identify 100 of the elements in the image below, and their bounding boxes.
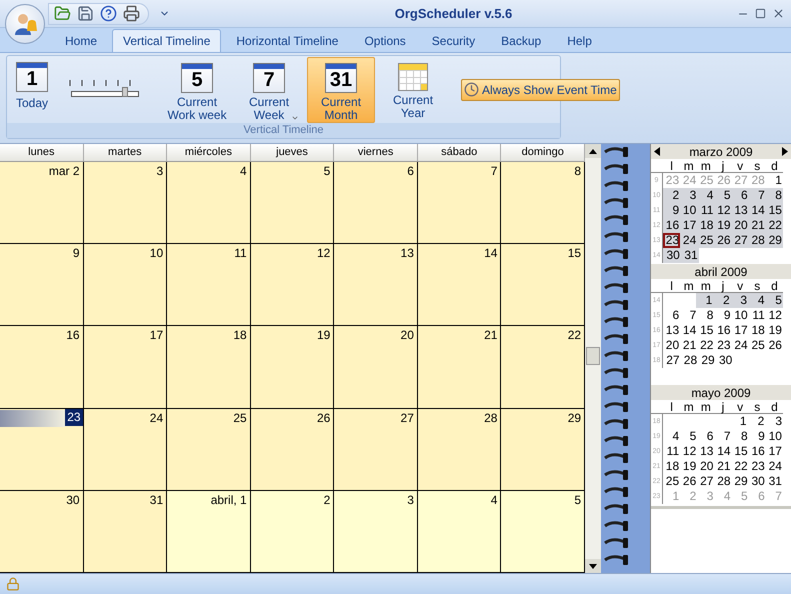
mini-day[interactable]: 21 [748, 218, 766, 233]
mini-day[interactable]: 27 [697, 474, 714, 489]
mini-day[interactable]: 6 [663, 308, 680, 323]
mini-day[interactable]: 31 [680, 248, 699, 263]
mini-day[interactable]: 29 [698, 353, 716, 368]
view-button[interactable]: Current Year [379, 56, 448, 122]
mini-day[interactable]: 13 [663, 323, 680, 338]
mini-day[interactable]: 27 [663, 353, 681, 368]
mini-day[interactable]: 12 [680, 444, 698, 459]
mini-day[interactable]: 24 [732, 338, 749, 353]
mini-day[interactable]: 19 [680, 459, 698, 474]
day-cell[interactable]: 16 [0, 326, 84, 408]
mini-day[interactable]: 14 [714, 444, 732, 459]
mini-day[interactable]: 8 [766, 188, 783, 203]
mini-day[interactable]: 3 [680, 188, 698, 203]
day-cell[interactable]: 3 [84, 162, 168, 244]
day-cell[interactable]: 13 [334, 244, 418, 326]
mini-day[interactable]: 26 [680, 474, 698, 489]
day-cell[interactable]: 26 [250, 408, 334, 490]
mini-day[interactable]: 27 [732, 233, 749, 248]
ribbon-tab[interactable]: Security [420, 29, 486, 52]
mini-day[interactable]: 24 [680, 233, 698, 248]
mini-day[interactable]: 10 [732, 308, 749, 323]
mini-day[interactable]: 31 [766, 474, 783, 489]
mini-day[interactable]: 25 [663, 474, 680, 489]
day-cell[interactable]: abril, 1 [167, 490, 251, 572]
mini-day[interactable]: 11 [663, 444, 680, 459]
day-cell[interactable]: 4 [167, 162, 251, 244]
ribbon-tab[interactable]: Home [54, 29, 108, 52]
mini-day[interactable]: 22 [766, 218, 783, 233]
ribbon-tab[interactable]: Options [353, 29, 417, 52]
mini-day[interactable]: 4 [697, 188, 714, 203]
day-cell[interactable]: 11 [167, 244, 251, 326]
mini-day[interactable]: 30 [748, 474, 766, 489]
day-cell[interactable]: 17 [84, 326, 168, 408]
mini-day[interactable]: 11 [697, 203, 714, 218]
day-cell[interactable]: 24 [84, 408, 168, 490]
mini-day[interactable]: 8 [732, 429, 749, 444]
mini-day[interactable]: 5 [714, 188, 732, 203]
mini-day[interactable]: 3 [765, 414, 784, 429]
mini-day[interactable]: 2 [663, 188, 680, 203]
printer-icon[interactable] [123, 5, 140, 22]
mini-day[interactable]: 14 [748, 203, 766, 218]
mini-day[interactable]: 24 [766, 459, 783, 474]
mini-day[interactable]: 9 [748, 429, 766, 444]
mini-day[interactable]: 28 [748, 233, 766, 248]
mini-day[interactable]: 16 [748, 444, 766, 459]
today-button[interactable]: 1 Today [16, 62, 48, 118]
help-icon[interactable] [100, 5, 117, 22]
view-button[interactable]: 7 Current Week [235, 56, 304, 122]
save-icon[interactable] [77, 5, 94, 22]
scroll-up-icon[interactable] [585, 144, 601, 158]
day-cell[interactable]: 8 [501, 162, 586, 244]
mini-day[interactable]: 26 [766, 338, 783, 353]
mini-day[interactable]: 2 [713, 293, 731, 308]
mini-day[interactable]: 8 [697, 308, 714, 323]
day-cell[interactable]: 6 [334, 162, 418, 244]
view-button[interactable]: 5 Current Work week [163, 56, 232, 122]
day-cell[interactable]: 22 [501, 326, 586, 408]
day-cell[interactable]: 31 [84, 490, 168, 572]
mini-day[interactable]: 30 [716, 353, 734, 368]
mini-day[interactable]: 17 [680, 218, 698, 233]
mini-day[interactable]: 3 [730, 293, 748, 308]
mini-day[interactable]: 14 [680, 323, 698, 338]
mini-day[interactable]: 29 [766, 233, 783, 248]
mini-day[interactable]: 9 [663, 203, 680, 218]
day-cell[interactable]: 30 [0, 490, 84, 572]
day-cell[interactable]: 7 [418, 162, 502, 244]
day-cell[interactable]: 5 [250, 162, 334, 244]
mini-day[interactable]: 17 [766, 444, 783, 459]
mini-day[interactable]: 28 [714, 474, 732, 489]
mini-day[interactable]: 28 [680, 353, 698, 368]
day-cell[interactable]: 28 [418, 408, 502, 490]
mini-day[interactable]: 23 [714, 338, 732, 353]
mini-day[interactable]: 7 [680, 308, 698, 323]
event-time-toggle[interactable]: Always Show Event Time [461, 78, 620, 100]
mini-day[interactable]: 22 [697, 338, 714, 353]
mini-day[interactable]: 12 [766, 308, 783, 323]
mini-day[interactable]: 18 [663, 459, 680, 474]
mini-day[interactable]: 18 [748, 323, 766, 338]
mini-day[interactable]: 18 [697, 218, 714, 233]
day-cell[interactable]: 9 [0, 244, 84, 326]
mini-day[interactable]: 4 [663, 429, 680, 444]
mini-day[interactable]: 22 [732, 459, 749, 474]
mini-day[interactable]: 16 [663, 218, 680, 233]
day-cell[interactable]: mar 2 [0, 162, 84, 244]
mini-day[interactable]: 10 [766, 429, 783, 444]
vertical-scrollbar[interactable] [585, 144, 601, 573]
mini-day[interactable]: 25 [748, 338, 766, 353]
open-folder-icon[interactable] [54, 5, 71, 22]
mini-day[interactable]: 2 [748, 414, 766, 429]
mini-day[interactable]: 20 [732, 218, 749, 233]
mini-day[interactable]: 25 [697, 233, 714, 248]
mini-day[interactable]: 29 [732, 474, 749, 489]
mini-day[interactable]: 6 [697, 429, 714, 444]
mini-day[interactable]: 7 [748, 188, 766, 203]
ribbon-tab[interactable]: Horizontal Timeline [225, 29, 350, 52]
scroll-thumb[interactable] [586, 347, 600, 365]
day-cell[interactable]: 27 [334, 408, 418, 490]
day-cell[interactable]: 5 [501, 490, 586, 572]
